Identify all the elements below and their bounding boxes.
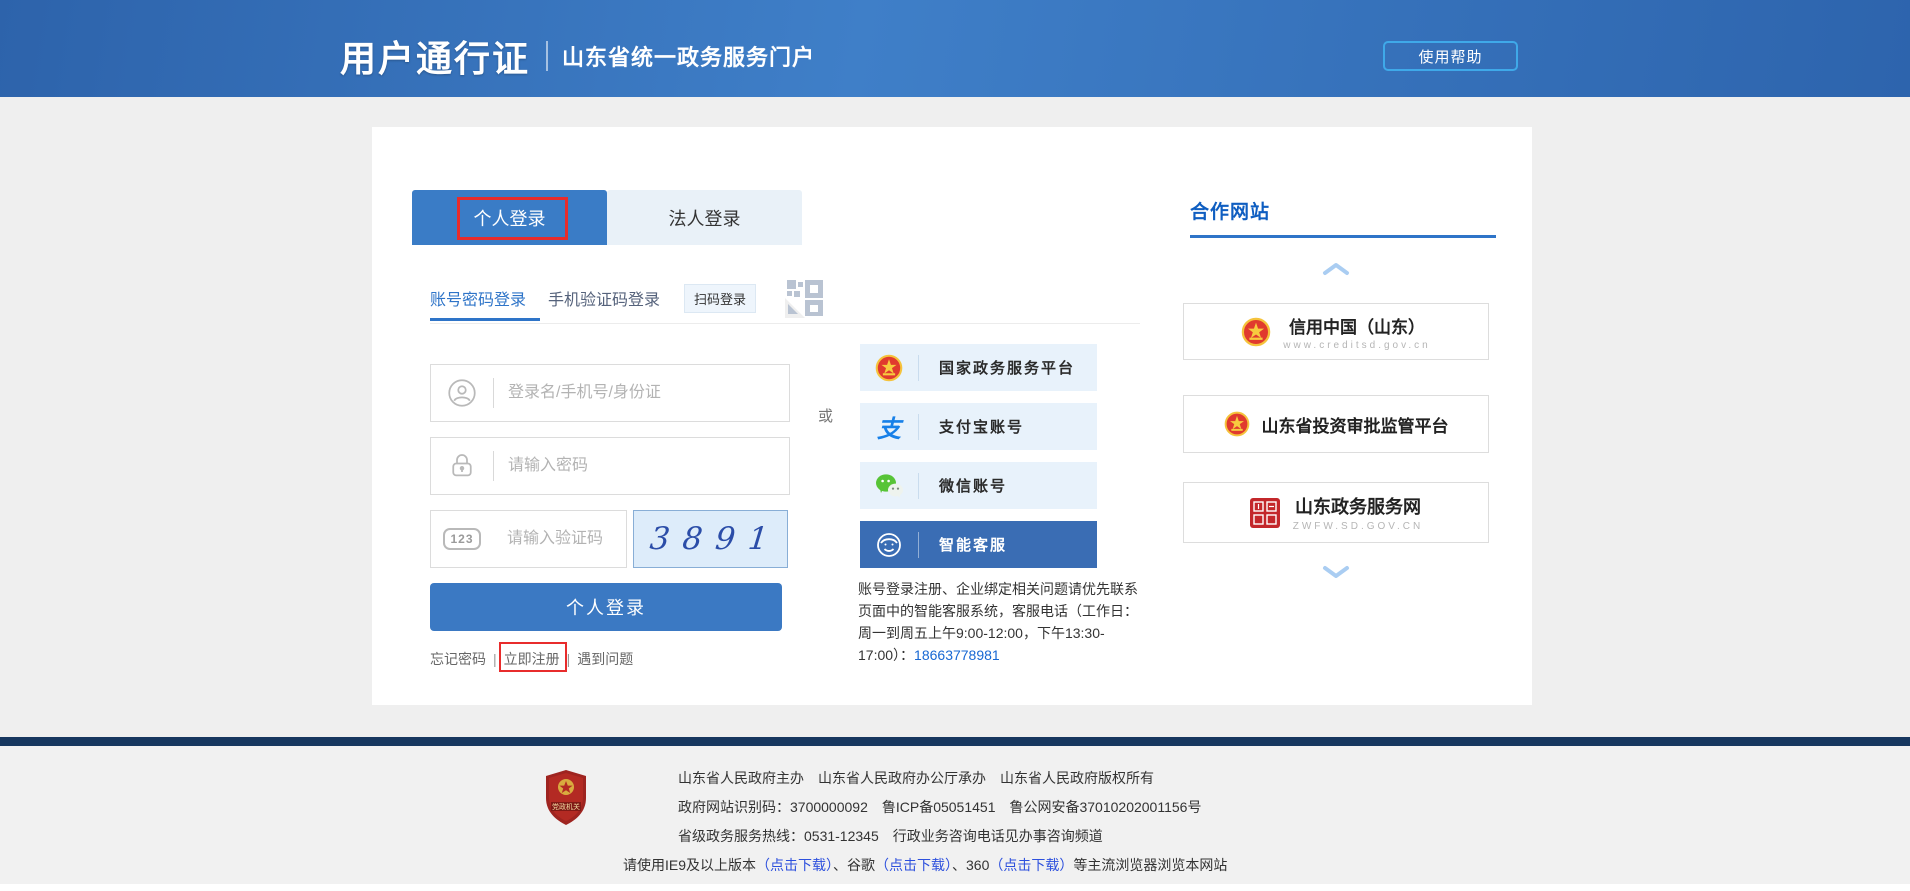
page: 用户通行证 山东省统一政务服务门户 使用帮助 个人登录 法人登录 账号密码登录 … xyxy=(0,0,1910,891)
login-panel: 个人登录 法人登录 账号密码登录 手机验证码登录 扫码登录 xyxy=(372,127,1532,705)
header: 用户通行证 山东省统一政务服务门户 使用帮助 xyxy=(0,0,1910,97)
password-field[interactable] xyxy=(430,437,790,495)
portal-title: 山东省统一政务服务门户 xyxy=(562,40,815,72)
chevron-down-icon[interactable] xyxy=(1322,565,1350,579)
method-sms-login[interactable]: 手机验证码登录 xyxy=(548,286,660,310)
field-divider xyxy=(493,378,494,408)
partner-name: 山东省投资审批监管平台 xyxy=(1262,412,1449,437)
page-bottom-strip xyxy=(0,884,1910,891)
qr-code-icon[interactable] xyxy=(785,278,825,318)
register-now-link[interactable]: 立即注册 xyxy=(504,649,560,669)
third-party-label: 支付宝账号 xyxy=(939,416,1024,437)
brand-title: 用户通行证 xyxy=(340,30,530,82)
forgot-password-link[interactable]: 忘记密码 xyxy=(430,649,486,669)
partner-url: www.creditsd.gov.cn xyxy=(1283,340,1430,351)
red-seal-icon xyxy=(1249,497,1281,529)
national-emblem-icon xyxy=(1224,411,1250,437)
methods-divider xyxy=(430,323,1140,324)
numbers-icon: 123 xyxy=(431,528,493,550)
wechat-icon xyxy=(860,473,918,499)
footer-line-2: 政府网站识别码：3700000092 鲁ICP备05051451 鲁公网安备37… xyxy=(678,797,1227,817)
username-field[interactable] xyxy=(430,364,790,422)
service-notice: 账号登录注册、企业绑定相关问题请优先联系页面中的智能客服系统，客服电话（工作日：… xyxy=(858,578,1142,666)
partners-underline xyxy=(1190,235,1496,238)
chrome-download-link[interactable]: （点击下载） xyxy=(875,857,952,873)
trouble-link[interactable]: 遇到问题 xyxy=(577,649,633,669)
service-phone-link[interactable]: 18663778981 xyxy=(914,647,1000,663)
method-qr-login[interactable]: 扫码登录 xyxy=(684,284,756,313)
link-separator: | xyxy=(493,651,497,667)
footer-line-1: 山东省人民政府主办 山东省人民政府办公厅承办 山东省人民政府版权所有 xyxy=(678,768,1227,788)
browser-notice-text: 请使用IE9及以上版本 xyxy=(623,857,756,873)
ie-download-link[interactable]: （点击下载） xyxy=(756,857,833,873)
chevron-up-icon[interactable] xyxy=(1322,262,1350,276)
third-party-wechat[interactable]: 微信账号 xyxy=(860,462,1097,509)
footer-text: 山东省人民政府主办 山东省人民政府办公厅承办 山东省人民政府版权所有 政府网站识… xyxy=(678,768,1227,884)
row-divider xyxy=(918,414,919,440)
browser360-download-link[interactable]: （点击下载） xyxy=(989,857,1073,873)
active-method-underline xyxy=(430,318,540,321)
captcha-field[interactable]: 123 xyxy=(430,510,627,568)
third-party-label: 微信账号 xyxy=(939,475,1007,496)
third-party-label: 国家政务服务平台 xyxy=(939,357,1075,378)
username-input[interactable] xyxy=(508,365,789,421)
footer-line-3: 省级政务服务热线：0531-12345 行政业务咨询电话见办事咨询频道 xyxy=(678,826,1227,846)
lock-icon xyxy=(431,451,493,481)
government-badge-icon: 党政机关 xyxy=(546,770,586,825)
partners-title: 合作网站 xyxy=(1190,197,1270,224)
partner-investment-platform[interactable]: 山东省投资审批监管平台 xyxy=(1183,395,1489,453)
captcha-image[interactable]: 3891 xyxy=(633,510,788,568)
national-emblem-icon xyxy=(860,354,918,382)
link-separator: | xyxy=(567,651,571,667)
national-emblem-icon xyxy=(1241,317,1271,347)
field-divider xyxy=(493,451,494,481)
brand: 用户通行证 山东省统一政务服务门户 xyxy=(340,30,815,82)
tab-personal-login[interactable]: 个人登录 xyxy=(412,190,607,245)
browser-notice-text: 、谷歌 xyxy=(833,857,875,873)
login-methods: 账号密码登录 手机验证码登录 扫码登录 xyxy=(430,283,756,313)
customer-service-icon xyxy=(860,531,918,559)
partner-shandong-service[interactable]: 山东政务服务网 ZWFW.SD.GOV.CN xyxy=(1183,482,1489,543)
svg-text:党政机关: 党政机关 xyxy=(552,802,580,811)
tab-corporate-login[interactable]: 法人登录 xyxy=(607,190,802,245)
partner-name: 山东政务服务网 xyxy=(1293,493,1424,519)
brand-divider xyxy=(546,41,548,71)
partner-name: 信用中国（山东） xyxy=(1283,313,1430,338)
third-party-smart-service[interactable]: 智能客服 xyxy=(860,521,1097,568)
browser-notice-text: 、360 xyxy=(952,857,989,873)
footer-line-4: 请使用IE9及以上版本（点击下载）、谷歌（点击下载）、360（点击下载）等主流浏… xyxy=(623,855,1227,875)
partner-credit-china[interactable]: 信用中国（山东） www.creditsd.gov.cn xyxy=(1183,303,1489,360)
footer: 党政机关 山东省人民政府主办 山东省人民政府办公厅承办 山东省人民政府版权所有 … xyxy=(0,746,1910,884)
captcha-value: 3891 xyxy=(638,521,783,557)
partner-url: ZWFW.SD.GOV.CN xyxy=(1293,521,1424,532)
third-party-national-platform[interactable]: 国家政务服务平台 xyxy=(860,344,1097,391)
method-password-login[interactable]: 账号密码登录 xyxy=(430,286,526,310)
user-icon xyxy=(431,378,493,408)
alipay-icon: 支 xyxy=(860,409,918,444)
footer-divider-bar xyxy=(0,737,1910,746)
row-divider xyxy=(918,532,919,558)
login-links: 忘记密码 | 立即注册 | 遇到问题 xyxy=(430,649,633,669)
row-divider xyxy=(918,473,919,499)
help-button[interactable]: 使用帮助 xyxy=(1383,41,1518,71)
personal-login-button[interactable]: 个人登录 xyxy=(430,583,782,631)
third-party-alipay[interactable]: 支 支付宝账号 xyxy=(860,403,1097,450)
third-party-label: 智能客服 xyxy=(939,534,1007,555)
or-label: 或 xyxy=(818,405,833,426)
row-divider xyxy=(918,355,919,381)
browser-notice-text: 等主流浏览器浏览本网站 xyxy=(1073,857,1227,873)
password-input[interactable] xyxy=(508,438,789,494)
